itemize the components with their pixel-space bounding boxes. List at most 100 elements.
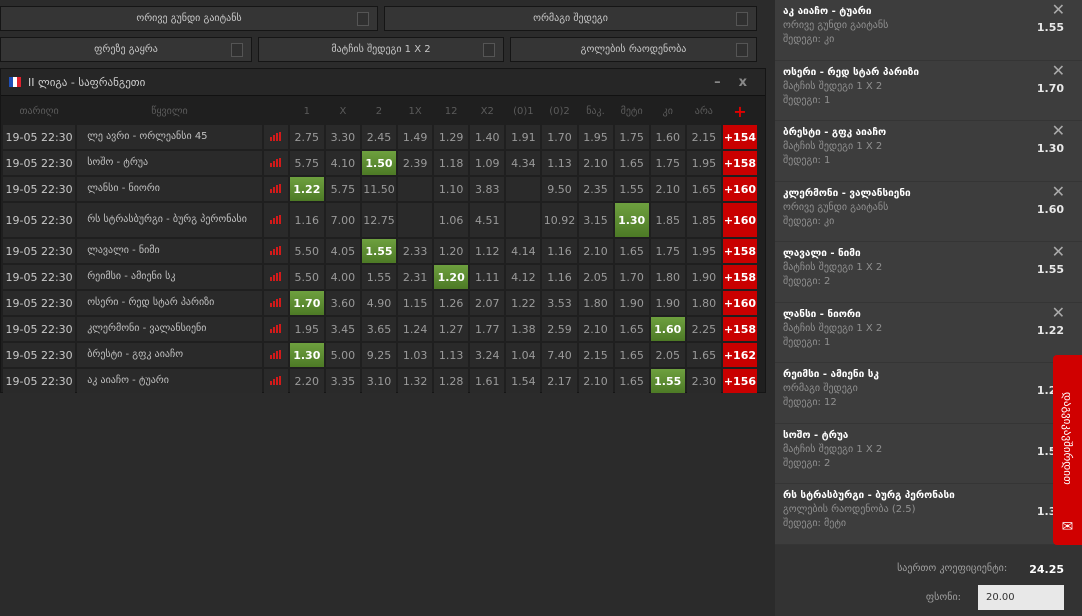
- odd-cell[interactable]: 4.14: [506, 239, 541, 263]
- match-name[interactable]: კლერმონი - ვალანსიენი: [77, 317, 262, 341]
- odd-cell[interactable]: 3.65: [361, 317, 397, 341]
- odd-cell[interactable]: 10.92: [542, 203, 577, 237]
- odd-cell[interactable]: 2.17: [542, 369, 577, 393]
- stats-icon[interactable]: [263, 291, 288, 315]
- odd-cell[interactable]: 2.07: [470, 291, 505, 315]
- odd-cell[interactable]: 1.55: [614, 177, 649, 201]
- stake-input[interactable]: [978, 585, 1064, 610]
- odd-cell[interactable]: 1.91: [506, 125, 541, 149]
- odd-cell[interactable]: 3.24: [470, 343, 505, 367]
- odd-cell[interactable]: 2.10: [650, 177, 685, 201]
- checkbox[interactable]: [357, 12, 369, 26]
- odd-cell[interactable]: 1.27: [434, 317, 469, 341]
- odd-cell[interactable]: 11.50: [361, 177, 397, 201]
- odd-cell[interactable]: 1.20: [434, 239, 469, 263]
- odd-cell[interactable]: 7.40: [542, 343, 577, 367]
- odd-cell[interactable]: 1.40: [470, 125, 505, 149]
- odd-cell[interactable]: 1.95: [686, 239, 721, 263]
- stats-icon[interactable]: [263, 125, 288, 149]
- more-markets-button[interactable]: +158: [722, 317, 757, 341]
- checkbox[interactable]: [736, 43, 748, 57]
- odd-cell[interactable]: 1.49: [398, 125, 433, 149]
- contact-us-button[interactable]: დაგვიკავშირდით ✉: [1053, 355, 1082, 545]
- odd-cell[interactable]: 2.30: [686, 369, 721, 393]
- odd-cell[interactable]: 1.65: [686, 343, 721, 367]
- odd-cell[interactable]: 2.05: [650, 343, 685, 367]
- more-markets-button[interactable]: +160: [722, 291, 757, 315]
- odd-cell[interactable]: 1.13: [542, 151, 577, 175]
- odd-cell[interactable]: 2.05: [578, 265, 613, 289]
- stats-icon[interactable]: [263, 239, 288, 263]
- odd-cell[interactable]: 3.35: [325, 369, 360, 393]
- odd-cell[interactable]: 1.95: [289, 317, 324, 341]
- odd-cell[interactable]: 1.22: [289, 177, 324, 201]
- stats-icon[interactable]: [263, 177, 288, 201]
- odd-cell[interactable]: 2.10: [578, 317, 613, 341]
- odd-cell[interactable]: 3.45: [325, 317, 360, 341]
- odd-cell[interactable]: 1.65: [614, 239, 649, 263]
- match-name[interactable]: ლე ავრი - ორლეანსი 45: [77, 125, 262, 149]
- odd-cell[interactable]: 1.24: [398, 317, 433, 341]
- odd-cell[interactable]: 3.60: [325, 291, 360, 315]
- odd-cell[interactable]: 2.15: [578, 343, 613, 367]
- stats-icon[interactable]: [263, 317, 288, 341]
- odd-cell[interactable]: 1.22: [506, 291, 541, 315]
- remove-icon[interactable]: ✕: [1052, 121, 1065, 140]
- odd-cell[interactable]: 1.70: [614, 265, 649, 289]
- odd-cell[interactable]: 2.59: [542, 317, 577, 341]
- odd-cell[interactable]: 1.90: [686, 265, 721, 289]
- odd-cell[interactable]: 1.30: [614, 203, 649, 237]
- odd-cell[interactable]: 9.50: [542, 177, 577, 201]
- odd-cell[interactable]: 5.75: [325, 177, 360, 201]
- odd-cell[interactable]: 1.65: [614, 343, 649, 367]
- odd-cell[interactable]: 5.00: [325, 343, 360, 367]
- odd-cell[interactable]: 1.26: [434, 291, 469, 315]
- filter-half[interactable]: ფრეზე გაყრა: [0, 37, 252, 62]
- odd-cell[interactable]: 1.16: [542, 239, 577, 263]
- odd-cell[interactable]: 1.75: [614, 125, 649, 149]
- odd-cell[interactable]: 1.65: [686, 177, 721, 201]
- odd-cell[interactable]: 2.10: [578, 151, 613, 175]
- odd-cell[interactable]: 1.60: [650, 125, 685, 149]
- filter-goals-count[interactable]: გოლების რაოდენობა: [510, 37, 757, 62]
- stats-icon[interactable]: [263, 203, 288, 237]
- odd-cell[interactable]: 1.65: [614, 369, 649, 393]
- odd-cell[interactable]: 1.90: [650, 291, 685, 315]
- odd-cell[interactable]: 1.38: [506, 317, 541, 341]
- odd-cell[interactable]: 1.20: [434, 265, 469, 289]
- odd-cell[interactable]: 1.80: [650, 265, 685, 289]
- odd-cell[interactable]: 1.28: [434, 369, 469, 393]
- odd-cell[interactable]: 1.55: [650, 369, 685, 393]
- odd-cell[interactable]: 5.50: [289, 265, 324, 289]
- checkbox[interactable]: [483, 43, 495, 57]
- odd-cell[interactable]: 2.10: [578, 369, 613, 393]
- odd-cell[interactable]: 5.50: [289, 239, 324, 263]
- filter-double-chance[interactable]: ორმაგი შედეგი: [384, 6, 757, 31]
- stats-icon[interactable]: [263, 369, 288, 393]
- match-name[interactable]: აკ აიაჩო - ტუარი: [77, 369, 262, 393]
- odd-cell[interactable]: 2.10: [578, 239, 613, 263]
- odd-cell[interactable]: 1.10: [434, 177, 469, 201]
- close-button[interactable]: x: [739, 75, 747, 90]
- odd-cell[interactable]: 1.85: [650, 203, 685, 237]
- odd-cell[interactable]: 1.09: [470, 151, 505, 175]
- odd-cell[interactable]: 2.31: [398, 265, 433, 289]
- odd-cell[interactable]: 1.70: [542, 125, 577, 149]
- more-markets-button[interactable]: +158: [722, 151, 757, 175]
- odd-cell[interactable]: 4.12: [506, 265, 541, 289]
- odd-cell[interactable]: 1.55: [361, 239, 397, 263]
- odd-cell[interactable]: 7.00: [325, 203, 360, 237]
- odd-cell[interactable]: 5.75: [289, 151, 324, 175]
- remove-icon[interactable]: ✕: [1052, 0, 1065, 19]
- filter-match-result[interactable]: მატჩის შედეგი 1 X 2: [258, 37, 504, 62]
- odd-cell[interactable]: 1.70: [289, 291, 324, 315]
- stats-icon[interactable]: [263, 151, 288, 175]
- more-markets-button[interactable]: +154: [722, 125, 757, 149]
- odd-cell[interactable]: 2.39: [398, 151, 433, 175]
- odd-cell[interactable]: 1.95: [686, 151, 721, 175]
- odd-cell[interactable]: 1.32: [398, 369, 433, 393]
- more-markets-button[interactable]: +158: [722, 239, 757, 263]
- odd-cell[interactable]: 1.55: [361, 265, 397, 289]
- filter-both-teams-score[interactable]: ორივე გუნდი გაიტანს: [0, 6, 378, 31]
- odd-cell[interactable]: 2.33: [398, 239, 433, 263]
